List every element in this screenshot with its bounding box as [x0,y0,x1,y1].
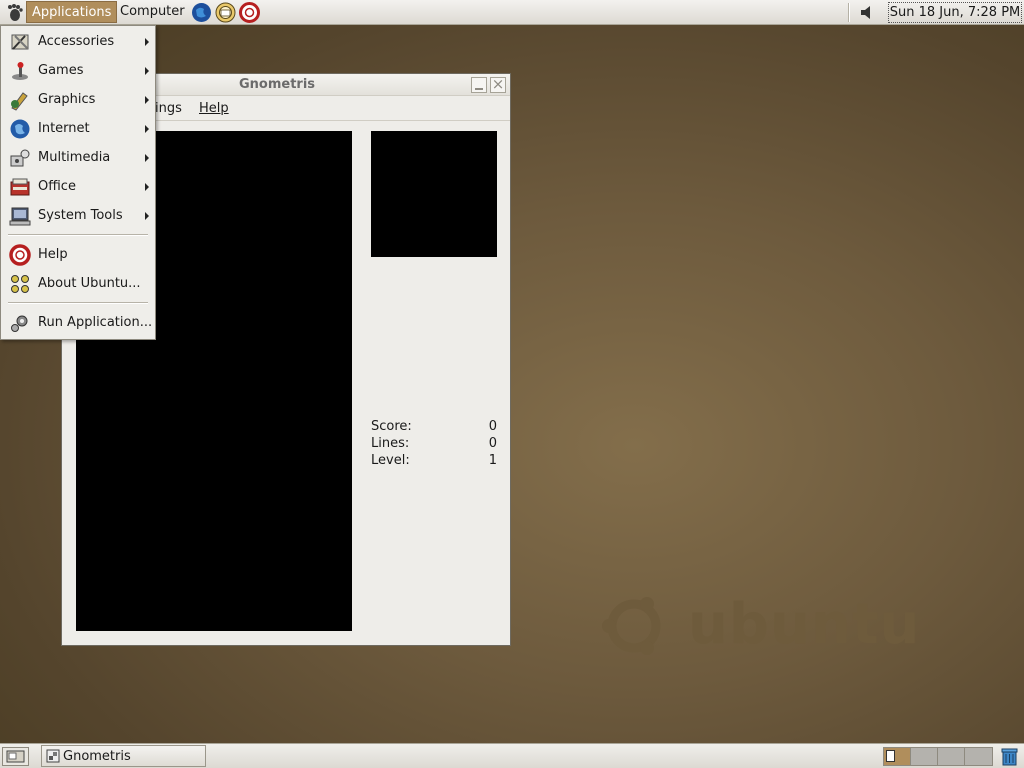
level-label: Level: [371,453,410,468]
menu-item-help[interactable]: Help [2,240,154,269]
taskbar-gnometris[interactable]: Gnometris [41,745,206,767]
menu-item-internet[interactable]: Internet [2,114,154,143]
menu-item-label: About Ubuntu... [38,276,141,291]
score-row: Score: 0 [371,419,497,436]
computer-menu-button[interactable]: Computer [115,1,190,23]
menu-item-label: Help [38,247,68,262]
close-button[interactable]: × [490,77,506,93]
submenu-arrow-icon [145,125,149,133]
menu-item-office[interactable]: Office [2,172,154,201]
submenu-arrow-icon [145,154,149,162]
clock[interactable]: Sun 18 Jun, 7:28 PM [888,2,1022,23]
menu-separator [8,302,148,304]
menu-help-label: Help [199,101,229,116]
menu-settings[interactable]: ings [155,101,182,116]
email-icon[interactable] [215,2,236,23]
menu-item-label: System Tools [38,208,123,223]
ubuntu-circle-of-friends-icon [602,597,661,655]
accessories-icon [11,34,29,50]
menu-item-label: Accessories [38,34,115,49]
volume-icon[interactable] [858,3,878,22]
menu-item-label: Office [38,179,76,194]
menu-item-label: Run Application... [38,315,153,330]
menu-item-label: Multimedia [38,150,111,165]
multimedia-icon [10,149,30,167]
submenu-arrow-icon [145,96,149,104]
trash-icon[interactable] [999,746,1020,767]
submenu-arrow-icon [145,67,149,75]
next-piece-preview [371,131,497,257]
score-value: 0 [488,419,497,434]
menu-item-games[interactable]: Games [2,56,154,85]
panel-separator [848,3,850,22]
minimize-button[interactable] [471,77,487,93]
level-row: Level: 1 [371,453,497,470]
help-icon [9,244,31,266]
menu-help[interactable]: Help [199,101,229,116]
ubuntu-logo-text: ubuntu [688,592,921,657]
menu-item-label: Graphics [38,92,96,107]
menu-item-multimedia[interactable]: Multimedia [2,143,154,172]
graphics-icon [11,92,28,111]
menu-item-about-ubuntu[interactable]: About Ubuntu... [2,269,154,298]
menu-item-label: Internet [38,121,90,136]
workspace-switcher [883,747,993,766]
lines-label: Lines: [371,436,410,451]
menu-item-accessories[interactable]: Accessories [2,27,154,56]
applications-menu-button[interactable]: Applications [26,1,118,23]
show-desktop-button[interactable] [2,747,29,766]
show-desktop-icon [6,750,25,763]
submenu-arrow-icon [145,212,149,220]
system-tools-icon [9,207,31,226]
applications-menu: Accessories Games Graphics Internet Mult… [0,25,156,340]
score-label: Score: [371,419,412,434]
web-browser-icon[interactable] [191,2,212,23]
taskbar-label: Gnometris [63,749,131,764]
menu-item-system-tools[interactable]: System Tools [2,201,154,230]
menu-separator [8,234,148,236]
top-panel: Applications Computer Sun 18 Jun, 7:28 P… [0,0,1024,25]
office-icon [10,178,30,196]
submenu-arrow-icon [145,38,149,46]
lines-row: Lines: 0 [371,436,497,453]
about-ubuntu-icon [11,275,29,293]
run-application-icon [11,315,28,332]
lines-value: 0 [488,436,497,451]
help-icon[interactable] [239,2,260,23]
workspace-1[interactable] [884,748,911,765]
menu-item-run-application[interactable]: Run Application... [2,308,154,337]
menu-item-graphics[interactable]: Graphics [2,85,154,114]
level-value: 1 [488,453,497,468]
workspace-2[interactable] [911,748,938,765]
games-icon [12,62,28,80]
gnome-foot-icon[interactable] [5,3,24,22]
submenu-arrow-icon [145,183,149,191]
workspace-window-thumb [886,750,895,762]
menu-item-label: Games [38,63,84,78]
bottom-panel: Gnometris [0,743,1024,768]
gnometris-app-icon [46,749,60,763]
workspace-4[interactable] [965,748,992,765]
score-panel: Score: 0 Lines: 0 Level: 1 [371,419,497,470]
workspace-3[interactable] [938,748,965,765]
internet-icon [10,119,30,139]
ubuntu-logo: ubuntu [598,590,928,660]
